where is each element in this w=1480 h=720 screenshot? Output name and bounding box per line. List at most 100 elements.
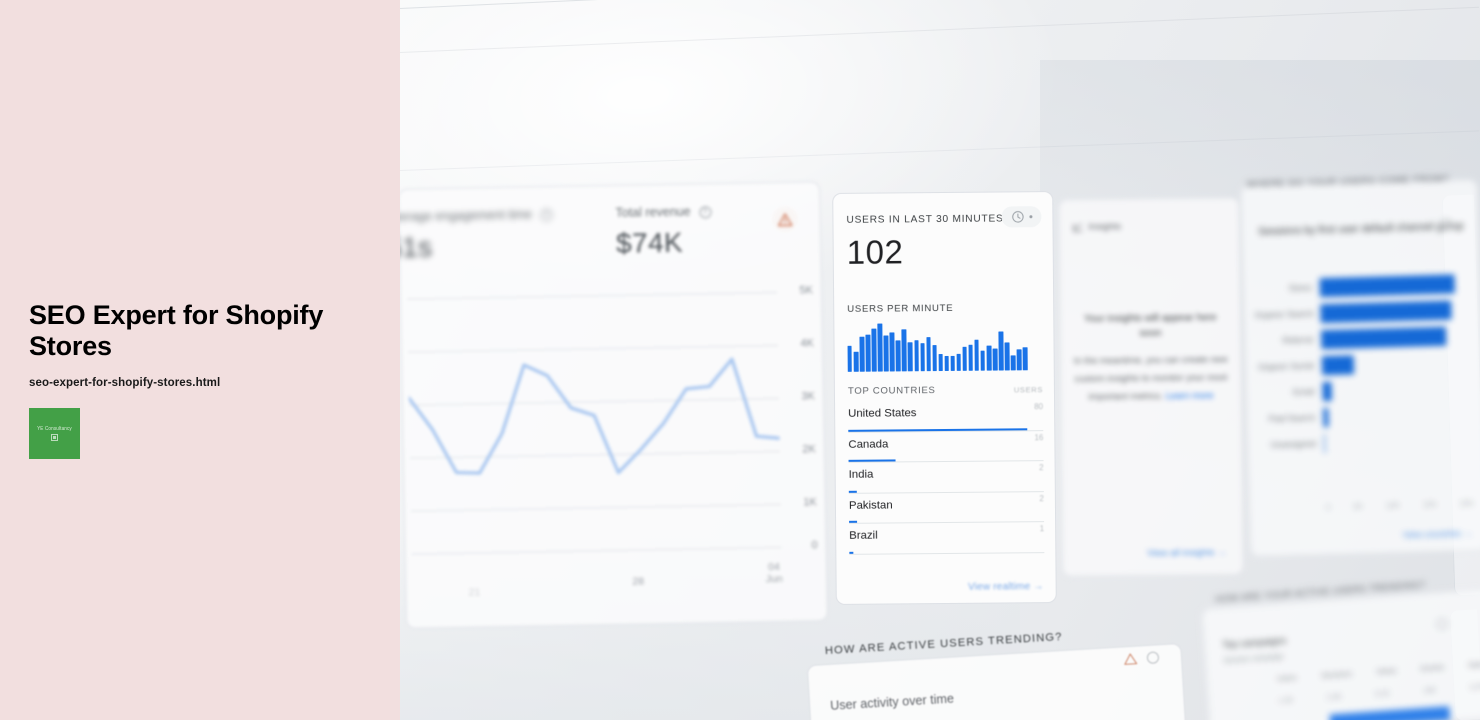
hbar-label: Direct xyxy=(1289,282,1312,294)
y-axis-tick: 2K xyxy=(802,443,816,456)
users-per-minute-bar xyxy=(944,355,949,371)
insights-empty-title: Your insights will appear here soon xyxy=(1083,312,1217,340)
table-cell: 2.4K xyxy=(1326,691,1342,702)
users-per-minute-bar xyxy=(932,345,937,372)
trend-card-title: User activity over time xyxy=(829,691,955,713)
left-info-panel: SEO Expert for Shopify Stores seo-expert… xyxy=(0,0,400,720)
table-column-headers: Users Sessions Views Events Rate xyxy=(1277,660,1480,683)
country-row[interactable]: United States 80 xyxy=(848,400,1044,433)
country-name: Pakistan xyxy=(848,498,893,512)
country-user-count: 80 xyxy=(1034,402,1044,412)
realtime-header: USERS IN LAST 30 MINUTES xyxy=(846,213,1004,226)
revenue-chart-card[interactable]: Average engagement time ? 51s Total reve… xyxy=(400,181,828,629)
users-per-minute-bar xyxy=(853,351,859,372)
x-axis-tick: 15K xyxy=(1422,500,1437,510)
active-users-trend-card[interactable]: HOW ARE ACTIVE USERS TRENDING? User acti… xyxy=(806,631,1189,720)
question-mark-icon[interactable]: ? xyxy=(540,209,553,222)
logo: YE Consultancy xyxy=(29,408,80,459)
table-column-header: Events xyxy=(1420,662,1445,674)
table-cell: 9.1K xyxy=(1374,688,1391,699)
country-row[interactable]: Brazil 1 xyxy=(849,522,1045,555)
users-per-minute-bar xyxy=(980,350,986,371)
y-axis-tick: 0 xyxy=(811,539,818,552)
table-card-subtitle: Session campaign xyxy=(1223,651,1285,665)
hbar-fill xyxy=(1323,433,1326,453)
view-all-insights-link[interactable]: View all insights → xyxy=(1147,547,1227,559)
table-column-header: Rate xyxy=(1468,659,1480,670)
users-per-minute-label: USERS PER MINUTE xyxy=(847,302,954,315)
screenshot-root: SEO Expert for Shopify Stores seo-expert… xyxy=(0,0,1480,720)
table-column-header: Users xyxy=(1276,672,1298,684)
table-card-title: Top campaigns xyxy=(1222,635,1287,651)
hbar-track xyxy=(1323,404,1471,427)
country-bar xyxy=(849,551,854,554)
country-row[interactable]: India 2 xyxy=(848,461,1044,494)
users-per-minute-bar xyxy=(1004,342,1010,371)
x-axis-tick: 04 Jun xyxy=(765,560,783,586)
y-axis-tick: 5K xyxy=(799,284,814,297)
horizontal-bar-chart: Direct Organic Search Referral Organic Soci… xyxy=(1253,270,1473,494)
users-per-minute-bar xyxy=(950,355,956,371)
users-per-minute-bar xyxy=(901,329,907,372)
table-cell: 1.2K xyxy=(1278,695,1294,706)
users-per-minute-bar xyxy=(956,353,962,371)
y-axis-tick: 3K xyxy=(801,390,815,403)
x-axis-tick: 5K xyxy=(1352,502,1363,512)
x-axis-tick: 10K xyxy=(1385,501,1400,511)
table-column-header: Sessions xyxy=(1320,668,1353,681)
country-row[interactable]: Pakistan 2 xyxy=(848,491,1045,524)
view-realtime-link[interactable]: View realtime → xyxy=(968,581,1044,593)
realtime-users-card[interactable]: USERS IN LAST 30 MINUTES 102 USERS PER M… xyxy=(832,191,1057,605)
x-axis-tick: 20K xyxy=(1459,498,1474,509)
hbar-track xyxy=(1321,352,1470,375)
users-per-minute-bar xyxy=(865,334,871,372)
hbar-label: Organic Search xyxy=(1254,308,1315,321)
hbar-fill xyxy=(1321,354,1355,375)
users-per-minute-bar xyxy=(883,335,889,372)
hbar-row: Unassigned xyxy=(1258,426,1473,458)
more-dot-icon[interactable] xyxy=(1028,215,1032,219)
users-per-minute-bar xyxy=(907,342,913,372)
kpi-engagement-value: 51s xyxy=(400,231,433,264)
hbar-track xyxy=(1319,273,1467,297)
users-per-minute-bar xyxy=(871,328,877,372)
question-mark-icon[interactable] xyxy=(1436,618,1448,630)
country-name: India xyxy=(848,468,874,481)
country-user-count: 1 xyxy=(1039,524,1045,534)
question-mark-icon[interactable] xyxy=(1146,651,1160,665)
users-per-minute-bar xyxy=(938,354,943,372)
hbar-track xyxy=(1320,300,1468,323)
top-campaigns-card[interactable]: HOW ARE YOUR ACTIVE USERS TRENDING? Top … xyxy=(1200,580,1480,720)
hbar-fill xyxy=(1319,273,1455,297)
users-per-minute-bar xyxy=(1016,349,1022,371)
users-per-minute-bar xyxy=(926,337,931,372)
hbar-fill xyxy=(1322,381,1333,401)
table-cell: 3.2% xyxy=(1469,681,1480,692)
question-mark-icon[interactable]: ? xyxy=(698,206,712,219)
insights-learn-more-link[interactable]: Learn more xyxy=(1166,389,1214,401)
users-per-minute-bar xyxy=(1010,355,1016,371)
kpi-row: Average engagement time ? 51s Total reve… xyxy=(400,194,821,282)
insights-card[interactable]: Insights Your insights will appear here … xyxy=(1058,197,1244,577)
bars-card-title: Sessions by first user default channel g… xyxy=(1257,220,1464,238)
channel-group-card[interactable]: WHERE DO YOUR USERS COME FROM? Sessions … xyxy=(1239,174,1480,558)
country-row[interactable]: Canada 16 xyxy=(848,430,1044,463)
logo-mark-icon xyxy=(51,434,58,441)
hbar-fill xyxy=(1320,326,1447,349)
users-per-minute-bar xyxy=(847,345,853,372)
y-axis-tick: 4K xyxy=(800,337,815,350)
insights-empty-body: In the meantime, you can create new cust… xyxy=(1073,350,1230,406)
view-countries-link[interactable]: View countries → xyxy=(1403,528,1473,540)
users-per-minute-chart xyxy=(847,322,1028,372)
users-per-minute-bar xyxy=(974,339,980,371)
country-bar xyxy=(849,520,857,523)
users-per-minute-bar xyxy=(859,336,865,372)
top-countries-list: United States 80 Canada 16 India 2 Pakistan 2 Br… xyxy=(848,400,1045,555)
kpi-engagement-label: Average engagement time xyxy=(400,207,533,225)
warning-triangle-icon[interactable] xyxy=(1124,653,1138,666)
realtime-options-pill[interactable] xyxy=(1001,206,1042,228)
top-countries-label: TOP COUNTRIES xyxy=(847,385,936,397)
x-axis-tick: 21 xyxy=(468,586,481,599)
kpi-revenue-value: $74K xyxy=(615,226,684,259)
kpi-revenue-label: Total revenue xyxy=(615,204,691,220)
